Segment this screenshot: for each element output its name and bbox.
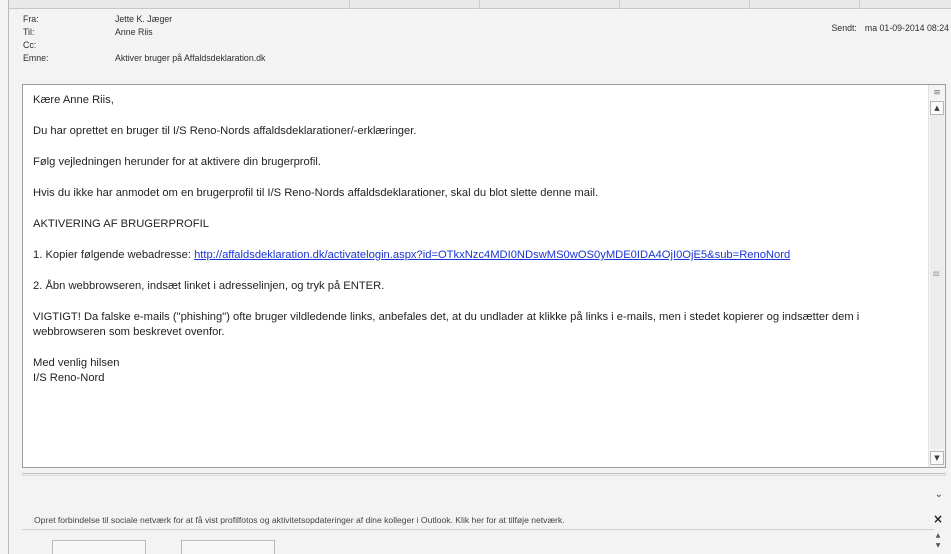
- mini-scroll-icon[interactable]: ▲ ▼: [933, 531, 943, 551]
- activation-link[interactable]: http://affaldsdeklaration.dk/activatelog…: [194, 249, 790, 261]
- vertical-scrollbar[interactable]: ≡ ▲ ≡ ▼: [928, 85, 945, 467]
- scroll-grip-icon: ≡: [932, 269, 941, 280]
- section-heading: AKTIVERING AF BRUGERPROFIL: [33, 218, 209, 230]
- from-value[interactable]: Jette K. Jæger: [115, 14, 172, 24]
- resize-grip-icon[interactable]: ≡: [932, 85, 942, 101]
- step-1: 1. Kopier følgende webadresse: http://af…: [33, 248, 921, 263]
- cc-row: Cc:: [23, 40, 943, 53]
- message-window: Fra: Jette K. Jæger Til: Anne Riis Cc: E…: [0, 0, 951, 554]
- subject-row: Emne: Aktiver bruger på Affaldsdeklarati…: [23, 53, 943, 66]
- sent-label: Sendt:: [831, 23, 857, 33]
- from-label: Fra:: [23, 14, 39, 24]
- ribbon-strip: [9, 0, 951, 9]
- greeting: Kære Anne Riis,: [33, 94, 114, 106]
- scroll-track[interactable]: [930, 115, 944, 449]
- to-value[interactable]: Anne Riis: [115, 27, 153, 37]
- message-text: Kære Anne Riis, Du har oprettet en bruge…: [33, 93, 921, 386]
- paragraph-2: Følg vejledningen herunder for at aktive…: [33, 156, 321, 168]
- step-2: 2. Åbn webbrowseren, indsæt linket i adr…: [33, 280, 385, 292]
- signature: I/S Reno-Nord: [33, 372, 105, 384]
- sent-info: Sendt: ma 01-09-2014 08:24: [831, 23, 949, 33]
- arrow-down-icon[interactable]: ▼: [930, 451, 944, 465]
- to-label: Til:: [23, 27, 35, 37]
- paragraph-1: Du har oprettet en bruger til I/S Reno-N…: [33, 125, 417, 137]
- people-pane-tile[interactable]: [52, 540, 146, 554]
- from-row: Fra: Jette K. Jæger: [23, 14, 943, 27]
- paragraph-3: Hvis du ikke har anmodet om en brugerpro…: [33, 187, 599, 199]
- people-pane-tile[interactable]: [181, 540, 275, 554]
- chevron-down-icon[interactable]: ⌄: [935, 489, 943, 500]
- message-header: Fra: Jette K. Jæger Til: Anne Riis Cc: E…: [9, 9, 951, 81]
- message-body[interactable]: Kære Anne Riis, Du har oprettet en bruge…: [22, 84, 946, 468]
- pane-splitter[interactable]: [22, 473, 946, 476]
- social-connector-bar[interactable]: Opret forbindelse til sociale netværk fo…: [34, 515, 565, 525]
- divider: [22, 529, 934, 530]
- warning-paragraph: VIGTIGT! Da falske e-mails ("phishing") …: [33, 311, 860, 338]
- subject-label: Emne:: [23, 53, 49, 63]
- step-1-prefix: 1. Kopier følgende webadresse:: [33, 249, 195, 261]
- close-icon[interactable]: ×: [933, 512, 943, 526]
- arrow-up-icon[interactable]: ▲: [930, 101, 944, 115]
- to-row: Til: Anne Riis: [23, 27, 943, 40]
- sent-value: ma 01-09-2014 08:24: [864, 23, 949, 33]
- window-edge: [8, 0, 9, 554]
- closing: Med venlig hilsen: [33, 357, 120, 369]
- subject-value: Aktiver bruger på Affaldsdeklaration.dk: [115, 53, 266, 63]
- cc-label: Cc:: [23, 40, 37, 50]
